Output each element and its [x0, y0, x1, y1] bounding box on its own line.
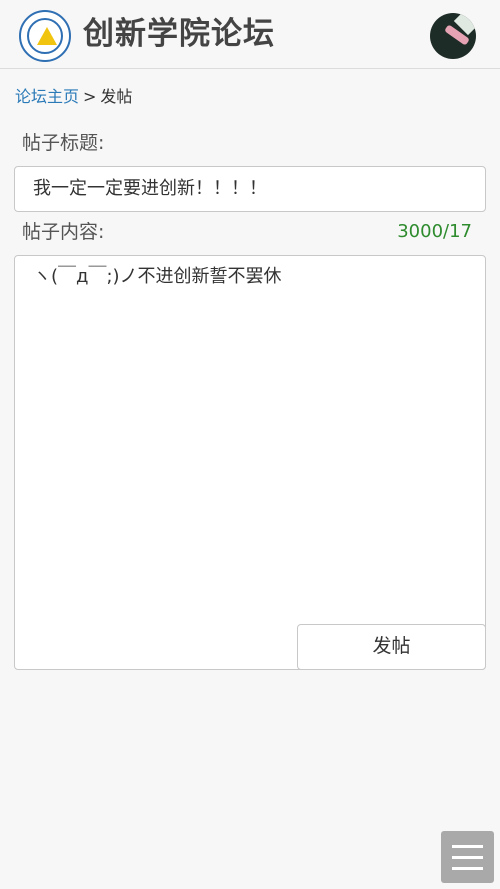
school-emblem-icon[interactable]	[19, 10, 71, 62]
breadcrumb-home-link[interactable]: 论坛主页	[15, 87, 79, 106]
post-content-text: ヽ(￣д￣;)ノ不进创新誓不罢休	[33, 266, 282, 287]
emblem-inner-ring	[27, 18, 63, 54]
char-counter: 3000/17	[397, 221, 472, 242]
menu-line	[452, 867, 483, 870]
breadcrumb-current: 发帖	[100, 87, 133, 106]
emblem-triangle	[37, 27, 57, 45]
post-title-input[interactable]: 我一定一定要进创新！！！！	[14, 166, 486, 212]
site-title[interactable]: 创新学院论坛	[83, 14, 275, 54]
breadcrumb: 论坛主页 > 发帖	[15, 86, 132, 108]
post-content-textarea[interactable]: ヽ(￣д￣;)ノ不进创新誓不罢休	[14, 255, 486, 670]
menu-line	[452, 856, 483, 859]
submit-post-button[interactable]: 发帖	[297, 624, 486, 670]
hamburger-menu-icon[interactable]	[441, 831, 494, 883]
content-label: 帖子内容:	[22, 221, 105, 243]
user-avatar-icon[interactable]	[430, 13, 476, 59]
menu-line	[452, 845, 483, 848]
breadcrumb-separator: >	[83, 87, 97, 106]
app-header: 创新学院论坛	[0, 0, 500, 69]
title-label: 帖子标题:	[22, 132, 105, 154]
